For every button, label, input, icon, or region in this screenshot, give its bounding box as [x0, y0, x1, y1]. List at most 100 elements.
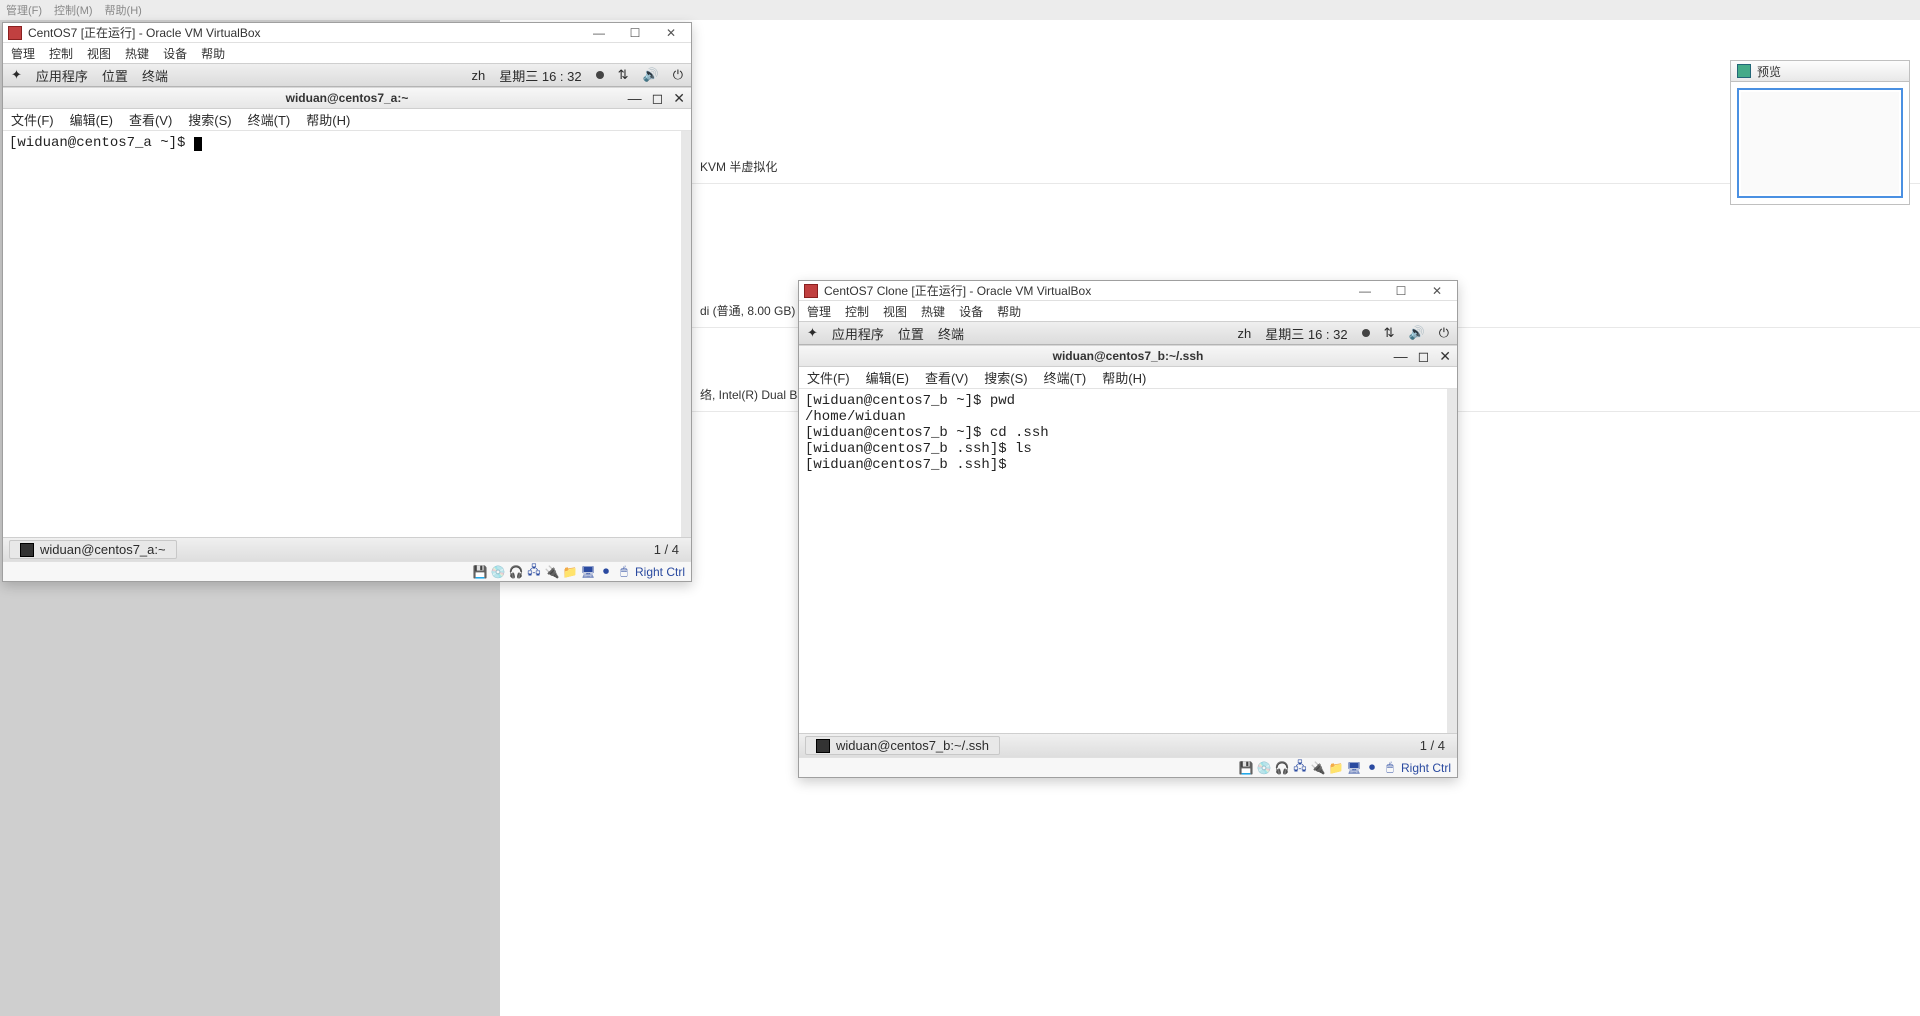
- minimize-button[interactable]: —: [584, 24, 614, 42]
- term-menu-file[interactable]: 文件(F): [807, 368, 850, 387]
- terminal-minimize-button[interactable]: —: [628, 90, 642, 107]
- host-key-indicator[interactable]: Right Ctrl: [1401, 761, 1451, 775]
- network-icon[interactable]: [618, 67, 629, 83]
- status-audio-icon[interactable]: 🎧: [509, 565, 523, 579]
- places-menu[interactable]: 位置: [102, 66, 128, 85]
- network-icon[interactable]: [1384, 325, 1395, 341]
- term-menu-edit[interactable]: 编辑(E): [866, 368, 909, 387]
- status-net-icon[interactable]: 🖧: [527, 565, 541, 579]
- maximize-button[interactable]: ☐: [1386, 282, 1416, 300]
- status-usb-icon[interactable]: 🔌: [545, 565, 559, 579]
- status-audio-icon[interactable]: 🎧: [1275, 761, 1289, 775]
- sound-icon[interactable]: [643, 67, 659, 83]
- status-mouse-icon[interactable]: 🖱: [617, 565, 631, 579]
- vm-a-gnome-bottom-panel: widuan@centos7_a:~ 1 / 4: [3, 537, 691, 561]
- power-icon[interactable]: [1439, 325, 1449, 341]
- vm-menu-manage[interactable]: 管理: [11, 45, 35, 62]
- status-hdd-icon[interactable]: 💾: [1239, 761, 1253, 775]
- status-rec-icon[interactable]: ⏺: [599, 565, 613, 579]
- status-optical-icon[interactable]: 💿: [491, 565, 505, 579]
- vm-menu-help[interactable]: 帮助: [997, 303, 1021, 320]
- host-menu-help[interactable]: 帮助(H): [105, 2, 142, 18]
- vm-b-gnome-bottom-panel: widuan@centos7_b:~/.ssh 1 / 4: [799, 733, 1457, 757]
- close-button[interactable]: ✕: [656, 24, 686, 42]
- term-menu-help[interactable]: 帮助(H): [1102, 368, 1146, 387]
- vm-menu-view[interactable]: 视图: [87, 45, 111, 62]
- status-shared-icon[interactable]: 📁: [1329, 761, 1343, 775]
- host-menu-control[interactable]: 控制(M): [54, 2, 93, 18]
- close-button[interactable]: ✕: [1422, 282, 1452, 300]
- taskbar-terminal-task[interactable]: widuan@centos7_a:~: [9, 540, 177, 559]
- status-mouse-icon[interactable]: 🖱: [1383, 761, 1397, 775]
- terminal-close-button[interactable]: ✕: [673, 90, 685, 107]
- vm-b-menubar: 管理 控制 视图 热键 设备 帮助: [799, 301, 1457, 321]
- task-label: widuan@centos7_b:~/.ssh: [836, 738, 989, 753]
- status-display-icon[interactable]: 🖥: [1347, 761, 1361, 775]
- virtualbox-icon: [8, 26, 22, 40]
- sound-icon[interactable]: [1409, 325, 1425, 341]
- vm-menu-help[interactable]: 帮助: [201, 45, 225, 62]
- workspace-indicator[interactable]: 1 / 4: [648, 542, 685, 557]
- terminal-maximize-button[interactable]: ◻: [652, 90, 664, 107]
- vm-a-statusbar: 💾 💿 🎧 🖧 🔌 📁 🖥 ⏺ 🖱 Right Ctrl: [3, 561, 691, 581]
- apps-menu[interactable]: 应用程序: [36, 66, 88, 85]
- lang-indicator[interactable]: zh: [1238, 326, 1252, 341]
- terminal-title: widuan@centos7_a:~: [286, 91, 409, 105]
- virtualbox-icon: [804, 284, 818, 298]
- terminal-close-button[interactable]: ✕: [1439, 348, 1451, 365]
- vm-a-terminal-titlebar[interactable]: widuan@centos7_a:~ — ◻ ✕: [3, 87, 691, 109]
- vm-b-terminal-body[interactable]: [widuan@centos7_b ~]$ pwd /home/widuan […: [799, 389, 1457, 733]
- status-display-icon[interactable]: 🖥: [581, 565, 595, 579]
- task-label: widuan@centos7_a:~: [40, 542, 166, 557]
- vm-b-terminal-titlebar[interactable]: widuan@centos7_b:~/.ssh — ◻ ✕: [799, 345, 1457, 367]
- clock[interactable]: 星期三 16 : 32: [1265, 324, 1347, 343]
- term-menu-file[interactable]: 文件(F): [11, 110, 54, 129]
- term-menu-search[interactable]: 搜索(S): [984, 368, 1027, 387]
- minimize-button[interactable]: —: [1350, 282, 1380, 300]
- status-optical-icon[interactable]: 💿: [1257, 761, 1271, 775]
- vm-menu-manage[interactable]: 管理: [807, 303, 831, 320]
- terminal-maximize-button[interactable]: ◻: [1418, 348, 1430, 365]
- vm-menu-hotkey[interactable]: 热键: [921, 303, 945, 320]
- places-menu[interactable]: 位置: [898, 324, 924, 343]
- host-menu-manage[interactable]: 管理(F): [6, 2, 42, 18]
- term-menu-edit[interactable]: 编辑(E): [70, 110, 113, 129]
- term-menu-terminal[interactable]: 终端(T): [1044, 368, 1087, 387]
- host-key-indicator[interactable]: Right Ctrl: [635, 565, 685, 579]
- vm-a-terminal-body[interactable]: [widuan@centos7_a ~]$: [3, 131, 691, 537]
- clock[interactable]: 星期三 16 : 32: [499, 66, 581, 85]
- term-line: [widuan@centos7_b .ssh]$ ls: [805, 441, 1032, 457]
- vm-a-terminal-menubar: 文件(F) 编辑(E) 查看(V) 搜索(S) 终端(T) 帮助(H): [3, 109, 691, 131]
- terminal-menu[interactable]: 终端: [938, 324, 964, 343]
- terminal-minimize-button[interactable]: —: [1394, 348, 1408, 365]
- maximize-button[interactable]: ☐: [620, 24, 650, 42]
- vm-menu-devices[interactable]: 设备: [163, 45, 187, 62]
- status-rec-icon[interactable]: ⏺: [1365, 761, 1379, 775]
- taskbar-terminal-task[interactable]: widuan@centos7_b:~/.ssh: [805, 736, 1000, 755]
- vm-menu-devices[interactable]: 设备: [959, 303, 983, 320]
- status-shared-icon[interactable]: 📁: [563, 565, 577, 579]
- vm-menu-control[interactable]: 控制: [49, 45, 73, 62]
- vm-menu-control[interactable]: 控制: [845, 303, 869, 320]
- term-menu-search[interactable]: 搜索(S): [188, 110, 231, 129]
- status-usb-icon[interactable]: 🔌: [1311, 761, 1325, 775]
- terminal-title: widuan@centos7_b:~/.ssh: [1053, 349, 1204, 363]
- term-menu-terminal[interactable]: 终端(T): [248, 110, 291, 129]
- preview-icon: [1737, 64, 1751, 78]
- apps-menu[interactable]: 应用程序: [832, 324, 884, 343]
- term-menu-view[interactable]: 查看(V): [925, 368, 968, 387]
- workspace-indicator[interactable]: 1 / 4: [1414, 738, 1451, 753]
- vm-menu-hotkey[interactable]: 热键: [125, 45, 149, 62]
- power-icon[interactable]: [673, 67, 683, 83]
- vm-window-b: CentOS7 Clone [正在运行] - Oracle VM Virtual…: [798, 280, 1458, 778]
- vm-b-titlebar[interactable]: CentOS7 Clone [正在运行] - Oracle VM Virtual…: [799, 281, 1457, 301]
- preview-thumbnail[interactable]: [1737, 88, 1903, 198]
- lang-indicator[interactable]: zh: [472, 68, 486, 83]
- status-hdd-icon[interactable]: 💾: [473, 565, 487, 579]
- term-menu-view[interactable]: 查看(V): [129, 110, 172, 129]
- vm-menu-view[interactable]: 视图: [883, 303, 907, 320]
- terminal-menu[interactable]: 终端: [142, 66, 168, 85]
- term-menu-help[interactable]: 帮助(H): [306, 110, 350, 129]
- vm-a-titlebar[interactable]: CentOS7 [正在运行] - Oracle VM VirtualBox — …: [3, 23, 691, 43]
- status-net-icon[interactable]: 🖧: [1293, 761, 1307, 775]
